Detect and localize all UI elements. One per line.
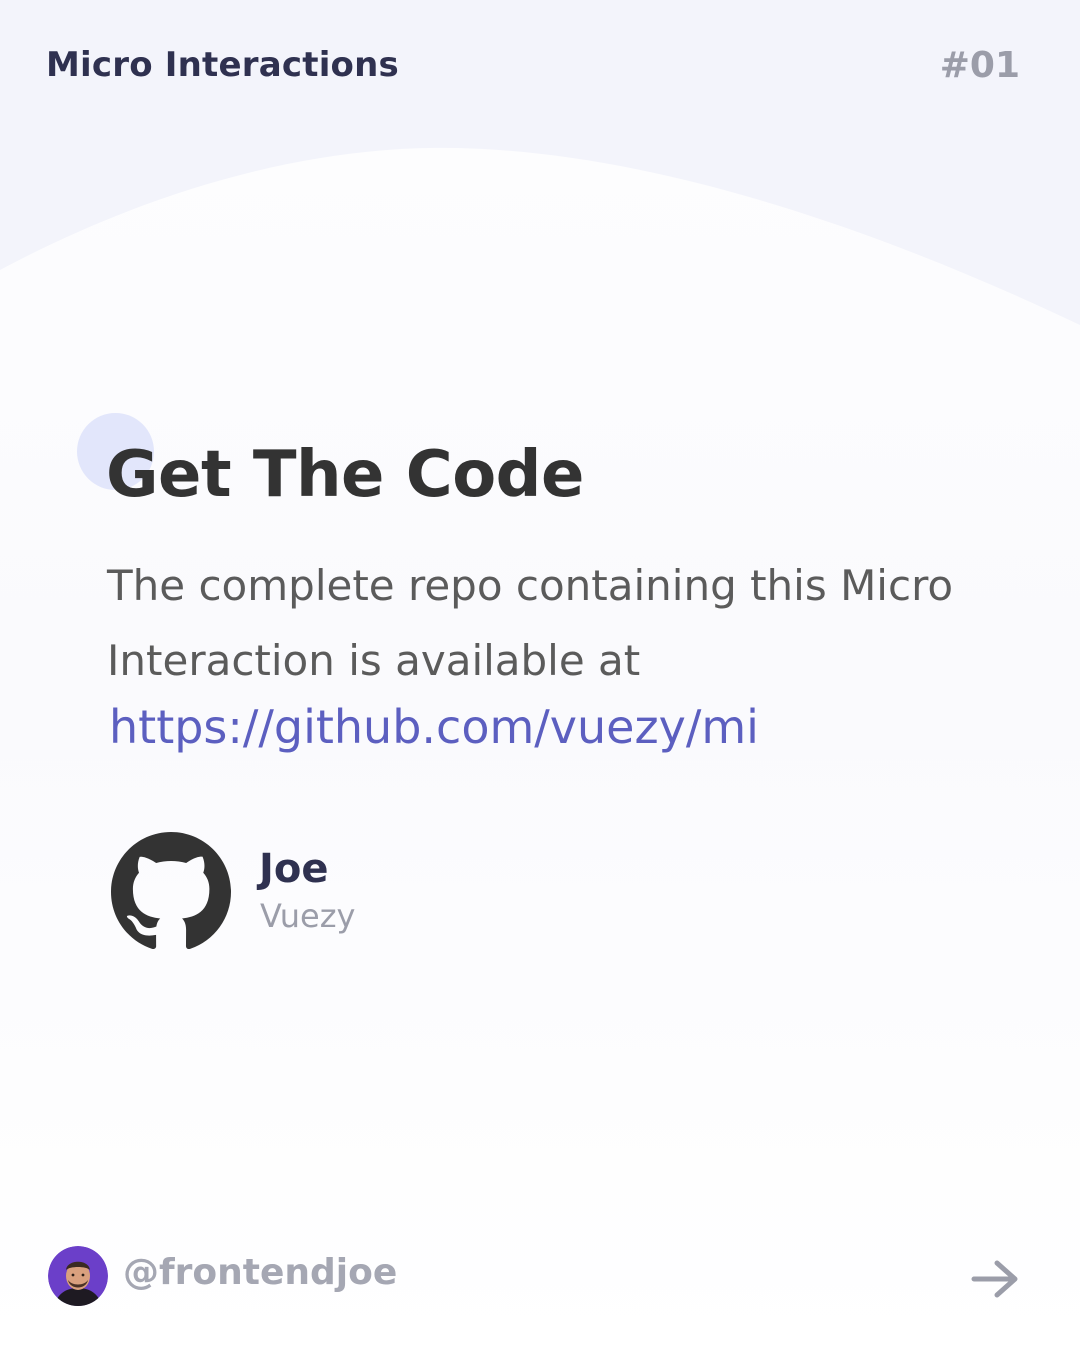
description-text: The complete repo containing this Micro …: [107, 561, 954, 685]
page-heading: Get The Code: [106, 438, 584, 512]
author-name: Joe: [259, 846, 329, 892]
social-handle[interactable]: @frontendjoe: [123, 1252, 397, 1293]
avatar-image: [48, 1246, 108, 1306]
series-title: Micro Interactions: [46, 45, 399, 85]
arrow-right-icon[interactable]: [970, 1258, 1020, 1300]
repo-link[interactable]: https://github.com/vuezy/mi: [109, 700, 759, 754]
avatar[interactable]: [48, 1246, 108, 1306]
github-icon: [111, 832, 231, 950]
author-org: Vuezy: [260, 897, 356, 935]
episode-number: #01: [939, 45, 1020, 86]
